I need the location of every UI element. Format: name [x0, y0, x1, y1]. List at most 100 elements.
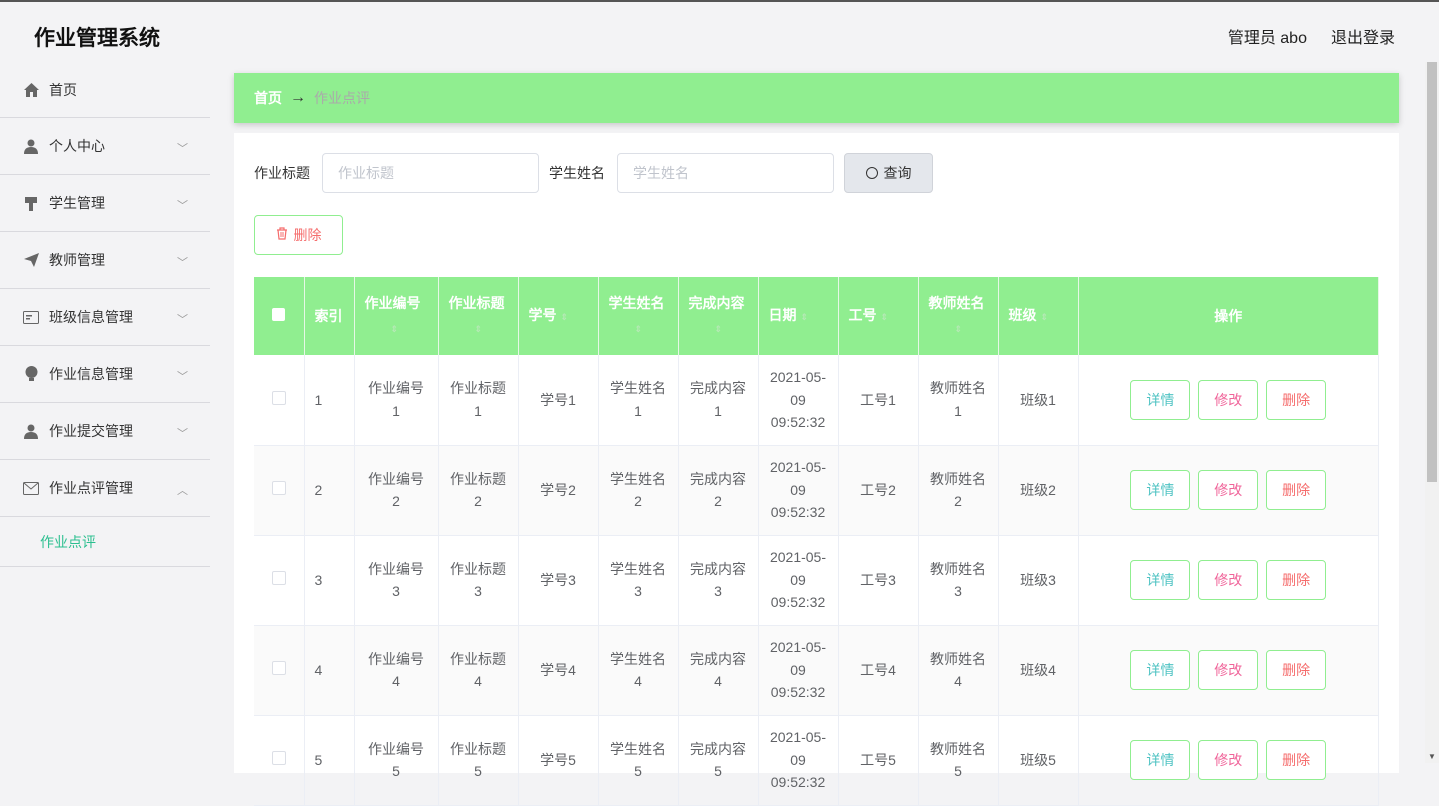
sort-icon[interactable]: ⇕	[475, 317, 483, 341]
cell-class: 班级1	[998, 355, 1079, 446]
sidebar-item-submissions[interactable]: 作业提交管理 ﹀	[0, 403, 210, 460]
cell-student-name: 学生姓名5	[598, 715, 679, 806]
delete-button[interactable]: 删除	[1266, 740, 1327, 780]
sidebar-item-label: 学生管理	[49, 195, 105, 211]
current-user[interactable]: 管理员 abo	[1228, 24, 1307, 48]
cell-class: 班级4	[998, 625, 1079, 716]
sort-icon[interactable]: ⇕	[561, 305, 569, 329]
cell-teacher-name: 教师姓名5	[918, 715, 999, 806]
batch-delete-button[interactable]: 删除	[254, 215, 343, 255]
student-icon	[22, 194, 40, 212]
cell-content: 完成内容3	[678, 535, 759, 626]
sort-icon[interactable]: ⇕	[635, 317, 643, 341]
detail-button[interactable]: 详情	[1130, 740, 1191, 780]
col-header-teacher-name[interactable]: 教师姓名 ⇕	[918, 277, 999, 355]
sidebar-item-homework[interactable]: 作业信息管理 ﹀	[0, 346, 210, 403]
cell-title: 作业标题3	[438, 535, 519, 626]
sort-icon[interactable]: ⇕	[801, 305, 809, 329]
detail-button[interactable]: 详情	[1130, 470, 1191, 510]
breadcrumb-home[interactable]: 首页	[254, 88, 282, 108]
sidebar-item-home[interactable]: 首页	[0, 62, 210, 118]
cell-teacher-no: 工号2	[838, 445, 919, 536]
col-header-code[interactable]: 作业编号 ⇕	[354, 277, 439, 355]
cell-teacher-name: 教师姓名1	[918, 355, 999, 446]
cell-class: 班级2	[998, 445, 1079, 536]
cell-class: 班级5	[998, 715, 1079, 806]
sidebar-item-students[interactable]: 学生管理 ﹀	[0, 175, 210, 232]
sidebar-subitem-review[interactable]: 作业点评	[0, 517, 210, 567]
cell-student-name: 学生姓名4	[598, 625, 679, 716]
row-checkbox[interactable]	[271, 570, 286, 585]
col-label: 作业编号	[364, 295, 421, 312]
scroll-down-icon[interactable]: ▼	[1428, 752, 1436, 761]
row-checkbox[interactable]	[271, 480, 286, 495]
col-label: 日期	[768, 307, 797, 324]
sidebar-item-reviews[interactable]: 作业点评管理 ︿	[0, 460, 210, 517]
app-title: 作业管理系统	[34, 27, 160, 50]
col-label: 完成内容	[688, 295, 745, 312]
edit-button[interactable]: 修改	[1198, 740, 1259, 780]
col-header-content[interactable]: 完成内容 ⇕	[678, 277, 759, 355]
breadcrumb-current: 作业点评	[314, 90, 370, 106]
sidebar-item-label: 作业提交管理	[49, 423, 133, 439]
delete-button[interactable]: 删除	[1266, 560, 1327, 600]
student-search-input[interactable]	[617, 153, 834, 193]
detail-button[interactable]: 详情	[1130, 560, 1191, 600]
sort-icon[interactable]: ⇕	[391, 317, 399, 341]
delete-button[interactable]: 删除	[1266, 650, 1327, 690]
cell-actions: 详情 修改 删除	[1078, 445, 1379, 536]
query-button[interactable]: 查询	[844, 153, 933, 193]
col-header-class[interactable]: 班级 ⇕	[998, 277, 1079, 355]
col-header-teacher-no[interactable]: 工号 ⇕	[838, 277, 919, 355]
vertical-scrollbar[interactable]: ▼	[1425, 62, 1439, 763]
col-header-date[interactable]: 日期 ⇕	[758, 277, 839, 355]
edit-button[interactable]: 修改	[1198, 379, 1259, 420]
edit-button[interactable]: 修改	[1198, 650, 1259, 690]
sidebar-item-label: 作业点评管理	[49, 480, 133, 496]
col-label: 学号	[528, 307, 557, 324]
search-icon	[865, 167, 878, 179]
row-checkbox[interactable]	[271, 660, 286, 675]
user-icon	[22, 137, 40, 155]
sort-icon[interactable]: ⇕	[955, 317, 963, 341]
home-icon	[22, 81, 40, 99]
sort-icon[interactable]: ⇕	[881, 305, 889, 329]
cell-title: 作业标题2	[438, 445, 519, 536]
col-label: 班级	[1008, 307, 1037, 324]
arrow-right-icon: →	[290, 89, 306, 106]
select-all-checkbox[interactable]	[272, 308, 286, 321]
edit-button[interactable]: 修改	[1198, 560, 1259, 600]
delete-button[interactable]: 删除	[1266, 379, 1327, 420]
detail-button[interactable]: 详情	[1130, 379, 1191, 420]
cell-date: 2021-05-09 09:52:32	[758, 535, 839, 626]
cell-actions: 详情 修改 删除	[1078, 535, 1379, 626]
col-header-student-no[interactable]: 学号 ⇕	[518, 277, 599, 355]
cell-code: 作业编号3	[354, 535, 439, 626]
sidebar-item-label: 班级信息管理	[49, 309, 133, 325]
detail-button[interactable]: 详情	[1130, 650, 1191, 690]
sort-icon[interactable]: ⇕	[1041, 305, 1049, 329]
chevron-up-icon: ︿	[177, 485, 188, 497]
delete-button[interactable]: 删除	[1266, 470, 1327, 510]
cell-teacher-no: 工号1	[838, 355, 919, 446]
col-header-title[interactable]: 作业标题 ⇕	[438, 277, 519, 355]
cell-student-name: 学生姓名3	[598, 535, 679, 626]
edit-button[interactable]: 修改	[1198, 470, 1259, 510]
sidebar-item-classes[interactable]: 班级信息管理 ﹀	[0, 289, 210, 346]
cell-code: 作业编号1	[354, 355, 439, 446]
title-search-input[interactable]	[322, 153, 539, 193]
sidebar-item-teachers[interactable]: 教师管理 ﹀	[0, 232, 210, 289]
cell-title: 作业标题5	[438, 715, 519, 806]
chevron-down-icon: ﹀	[177, 428, 188, 440]
sidebar-item-profile[interactable]: 个人中心 ﹀	[0, 118, 210, 175]
title-label: 作业标题	[254, 165, 310, 181]
logout-link[interactable]: 退出登录	[1331, 24, 1395, 48]
col-header-student-name[interactable]: 学生姓名 ⇕	[598, 277, 679, 355]
chevron-down-icon: ﹀	[177, 257, 188, 269]
row-checkbox[interactable]	[271, 390, 286, 405]
sort-icon[interactable]: ⇕	[715, 317, 723, 341]
cell-actions: 详情 修改 删除	[1078, 355, 1379, 446]
col-label: 工号	[848, 307, 877, 324]
scrollbar-thumb[interactable]	[1427, 62, 1437, 482]
cell-teacher-no: 工号5	[838, 715, 919, 806]
